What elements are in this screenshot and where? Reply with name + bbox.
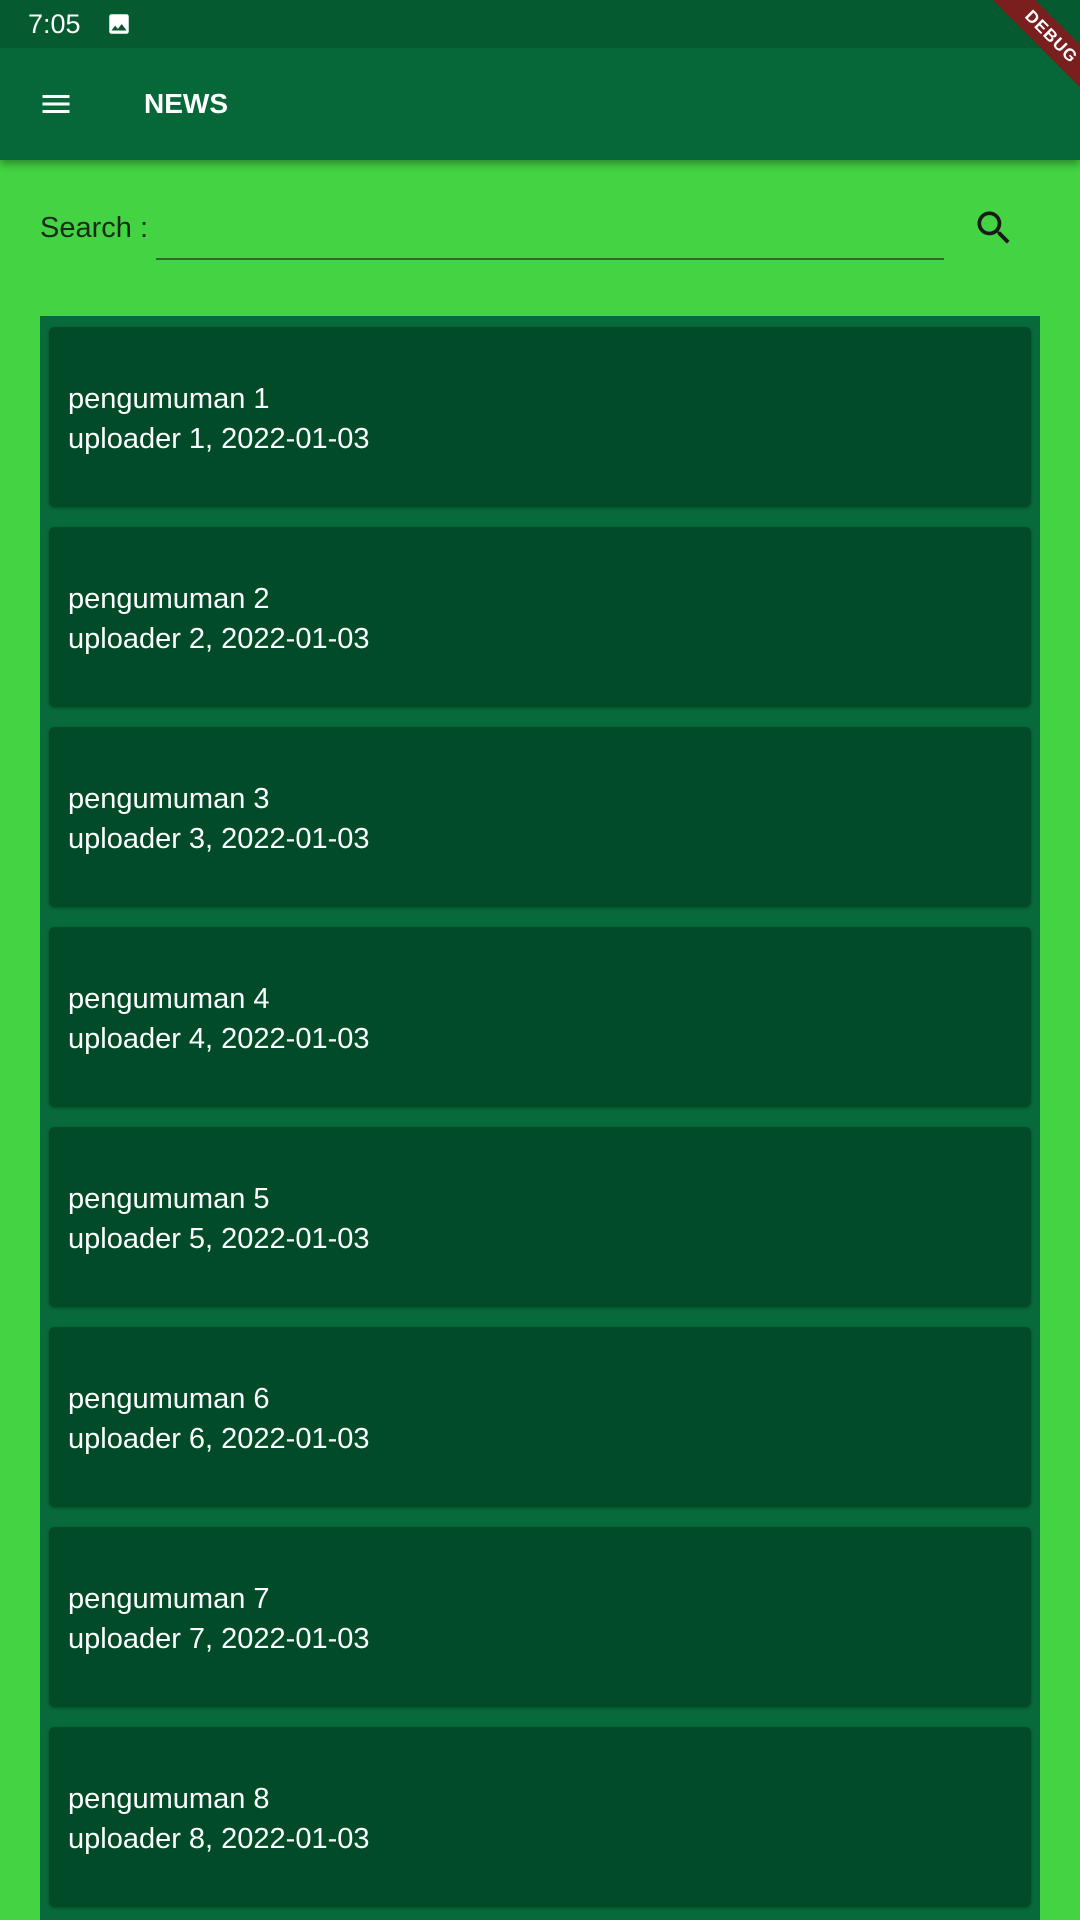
search-icon <box>977 211 1010 244</box>
news-card[interactable]: pengumuman 1 uploader 1, 2022-01-03 <box>49 327 1031 507</box>
news-meta: uploader 7, 2022-01-03 <box>68 1623 370 1655</box>
news-card[interactable]: pengumuman 6 uploader 6, 2022-01-03 <box>49 1327 1031 1507</box>
news-meta: uploader 5, 2022-01-03 <box>68 1223 370 1255</box>
news-meta: uploader 4, 2022-01-03 <box>68 1023 370 1055</box>
news-list: pengumuman 1 uploader 1, 2022-01-03 peng… <box>40 316 1040 1920</box>
news-meta: uploader 8, 2022-01-03 <box>68 1823 370 1855</box>
news-card[interactable]: pengumuman 2 uploader 2, 2022-01-03 <box>49 527 1031 707</box>
news-card[interactable]: pengumuman 7 uploader 7, 2022-01-03 <box>49 1527 1031 1707</box>
news-meta: uploader 3, 2022-01-03 <box>68 823 370 855</box>
news-title: pengumuman 3 <box>68 783 270 815</box>
news-title: pengumuman 2 <box>68 583 270 615</box>
news-card[interactable]: pengumuman 8 uploader 8, 2022-01-03 <box>49 1727 1031 1907</box>
news-title: pengumuman 4 <box>68 983 270 1015</box>
search-label: Search : <box>40 212 148 244</box>
news-title: pengumuman 7 <box>68 1583 270 1615</box>
search-button[interactable] <box>966 200 1022 256</box>
news-meta: uploader 2, 2022-01-03 <box>68 623 370 655</box>
status-time: 7:05 <box>28 9 81 39</box>
news-meta: uploader 1, 2022-01-03 <box>68 423 370 455</box>
news-meta: uploader 6, 2022-01-03 <box>68 1423 370 1455</box>
menu-button[interactable] <box>20 68 92 140</box>
search-row: Search : <box>40 190 1040 290</box>
search-input[interactable] <box>156 200 944 260</box>
news-title: pengumuman 5 <box>68 1183 270 1215</box>
news-card[interactable]: pengumuman 3 uploader 3, 2022-01-03 <box>49 727 1031 907</box>
news-title: pengumuman 6 <box>68 1383 270 1415</box>
news-title: pengumuman 1 <box>68 383 270 415</box>
image-icon <box>106 11 132 37</box>
page-title: NEWS <box>144 88 228 119</box>
status-bar: 7:05 <box>0 0 1080 48</box>
news-card[interactable]: pengumuman 5 uploader 5, 2022-01-03 <box>49 1127 1031 1307</box>
menu-icon <box>42 95 70 113</box>
news-card[interactable]: pengumuman 4 uploader 4, 2022-01-03 <box>49 927 1031 1107</box>
news-title: pengumuman 8 <box>68 1783 270 1815</box>
app-bar: NEWS <box>0 48 1080 160</box>
